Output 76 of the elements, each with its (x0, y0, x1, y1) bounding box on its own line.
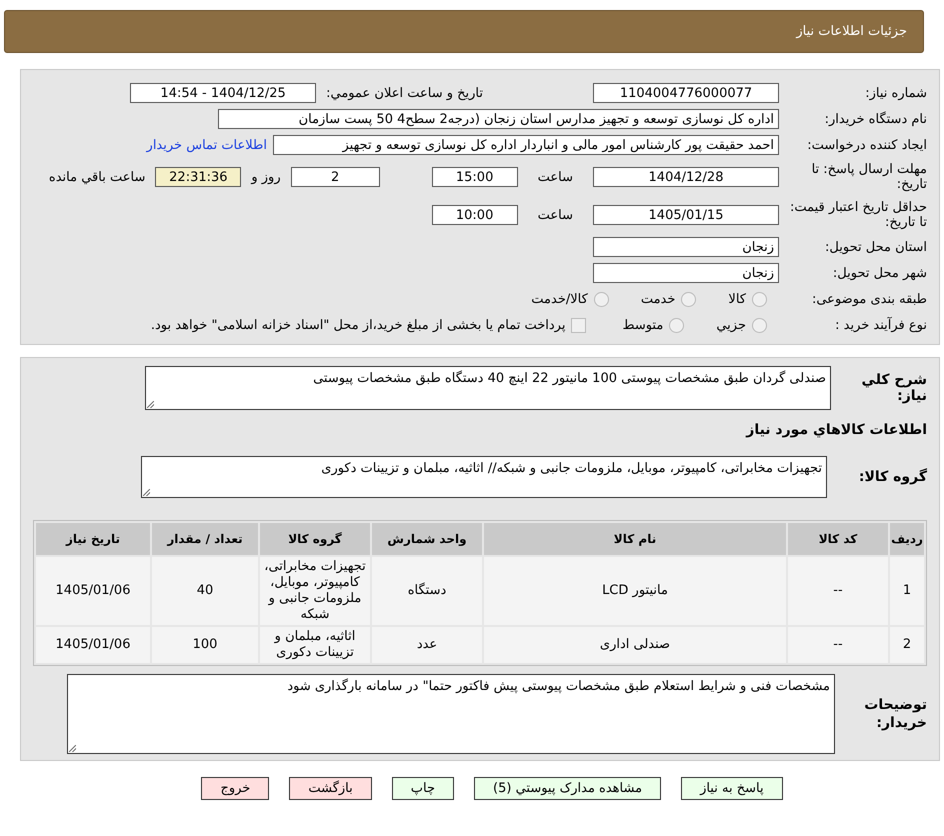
table-cell: عدد (372, 627, 482, 663)
table-cell: مانیتور LCD (484, 557, 786, 625)
field-label: ساعت باقي مانده (48, 170, 146, 184)
field-label: استان محل تحویل: (824, 240, 928, 254)
field-label: شهر محل تحویل: (832, 266, 928, 280)
option-label: خدمت (640, 292, 676, 306)
table-cell: تجهیزات مخابراتی، کامپیوتر، موبایل، ملزومات جانبی و شبکه (260, 557, 370, 625)
column-header: واحد شمارش (372, 523, 482, 555)
radio-button[interactable] (752, 292, 767, 306)
days-field[interactable]: 2 (290, 167, 380, 187)
time-field[interactable]: 15:00 (432, 167, 518, 187)
resize-grip-icon (147, 401, 154, 408)
option-label: متوسط (622, 318, 664, 332)
field-label: گروه کالا: (858, 469, 927, 485)
action-button[interactable]: خروج (201, 777, 270, 800)
action-button[interactable]: مشاهده مدارک پیوستي (5) (474, 777, 662, 800)
checkbox[interactable] (571, 318, 586, 332)
page-title: جزئیات اطلاعات نیاز (796, 24, 907, 39)
column-header: نام کالا (484, 523, 786, 555)
field-label: تاریخ و ساعت اعلان عمومي: (325, 86, 484, 100)
table-cell: 1405/01/06 (36, 627, 150, 663)
checkbox-label: پرداخت تمام یا بخشی از مبلغ خرید،از محل "اسناد خزانه اسلامی" خواهد بود. (150, 318, 566, 332)
radio-button[interactable] (669, 318, 684, 332)
resize-grip-icon (143, 489, 150, 496)
goods-group-field[interactable]: تجهیزات مخابراتی، کامپیوتر، موبایل، ملزومات جانبی و شبکه// اثاثیه، مبلمان و تزیینات دکوری (141, 456, 827, 498)
province-field[interactable]: زنجان (593, 237, 779, 257)
radio-button[interactable] (752, 318, 767, 332)
table-cell: 1405/01/06 (36, 557, 150, 625)
radio-button[interactable] (594, 292, 609, 306)
field-label: توضیحات خریدار: (863, 696, 927, 732)
field-label: شماره نیاز: (864, 86, 928, 100)
section-title: اطلاعات کالاهاي مورد نیاز (744, 422, 927, 438)
table-cell: 40 (152, 557, 258, 625)
requester-field[interactable]: احمد حقیقت پور کارشناس امور مالی و انباردار اداره کل نوسازی توسعه و تجهیز (273, 135, 779, 155)
table-cell: -- (788, 557, 888, 625)
option-label: کالا (728, 292, 746, 306)
option-label: کالا/خدمت (531, 292, 588, 306)
description-field[interactable]: صندلی گردان طبق مشخصات پیوستی 100 مانیتور 22 اینچ 40 دستگاه طبق مشخصات پیوستی (145, 366, 831, 410)
column-header: کد کالا (788, 523, 888, 555)
field-label: حداقل تاریخ اعتبار قیمت: تا تاریخ: (788, 200, 928, 230)
buyer-notes-field[interactable]: مشخصات فنی و شرایط استعلام طبق مشخصات پیوستی پیش فاکتور حتما" در سامانه بارگذاری شود (67, 674, 835, 754)
table-cell: 1 (890, 557, 924, 625)
column-header: گروه کالا (260, 523, 370, 555)
resize-grip-icon (69, 745, 76, 752)
action-button[interactable]: بازگشت (289, 777, 372, 800)
action-button[interactable]: چاپ (392, 777, 454, 800)
radio-button[interactable] (681, 292, 696, 306)
field-label: ساعت (536, 170, 574, 184)
contact-link[interactable]: اطلاعات تماس خریدار (146, 138, 267, 152)
table-cell: اثاثیه، مبلمان و تزیینات دکوری (260, 627, 370, 663)
countdown-field[interactable]: 22:31:36 (155, 167, 242, 187)
field-label: مهلت ارسال پاسخ: تا تاریخ: (810, 162, 928, 192)
action-button[interactable]: پاسخ به نیاز (681, 777, 783, 800)
city-field[interactable]: زنجان (593, 263, 779, 283)
date-field[interactable]: 1405/01/15 (593, 205, 779, 225)
column-header: تعداد / مقدار (152, 523, 258, 555)
option-label: جزيي (716, 318, 746, 332)
field-label: طبقه بندی موضوعی: (810, 292, 928, 306)
column-header: ردیف (890, 523, 924, 555)
field-label: ایجاد کننده درخواست: (806, 138, 928, 152)
date-field[interactable]: 1404/12/28 (593, 167, 779, 187)
table-cell: دستگاه (372, 557, 482, 625)
field-label: نوع فرآیند خرید : (834, 318, 928, 332)
date-time-field[interactable]: 1404/12/25 - 14:54 (130, 83, 316, 103)
time-field[interactable]: 10:00 (432, 205, 518, 225)
table-cell: 2 (890, 627, 924, 663)
table-cell: -- (788, 627, 888, 663)
field-label: ساعت (536, 208, 574, 222)
field-label: نام دستگاه خریدار: (824, 112, 928, 126)
buyer-org-field[interactable]: اداره کل نوسازی توسعه و تجهیز مدارس استان زنجان (درجه2 سطح4 50 پست سازمان (218, 109, 779, 129)
field-label: روز و (250, 170, 282, 184)
table-cell: صندلی اداری (484, 627, 786, 663)
field-label: شرح کلي نیاز: (860, 372, 927, 404)
column-header: تاریخ نیاز (36, 523, 150, 555)
table-cell: 100 (152, 627, 258, 663)
need-number-field[interactable]: 1104004776000077 (593, 83, 779, 103)
